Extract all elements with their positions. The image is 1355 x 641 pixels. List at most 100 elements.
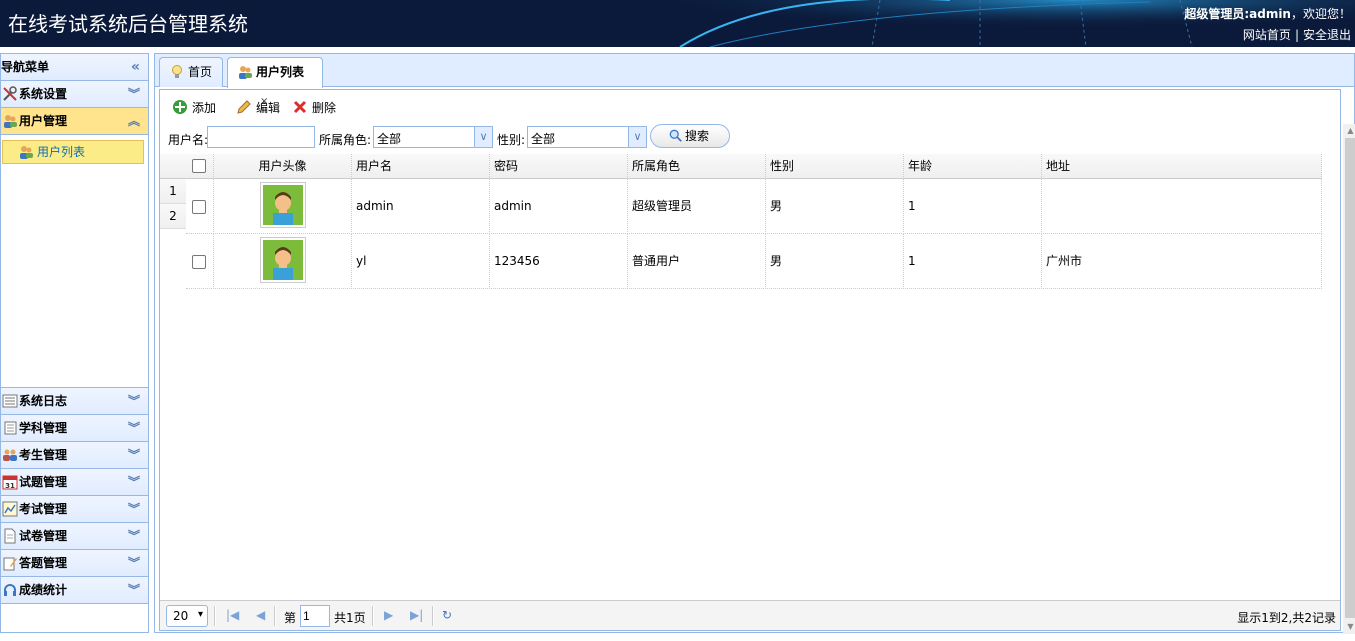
edit-button[interactable]: 编辑 [236,99,280,117]
tab-user-list[interactable]: 用户列表× [227,57,323,107]
record-info: 显示1到2,共2记录 [1237,611,1336,625]
tab-home[interactable]: 首页 [159,57,223,87]
gender-cell: 男 [766,179,904,234]
column-header-role[interactable]: 所属角色 [628,154,766,179]
address-cell: 广州市 [1042,234,1322,289]
table-body: admin admin 超级管理员 男 1 yl 123456 普通用户 男 1… [186,179,1322,289]
sidebar-title: 导航菜单 [1,60,50,74]
sidebar-menu-answer-management[interactable]: 答题管理 ︾ [1,550,148,577]
log-icon [2,394,18,408]
chevron-down-icon: ︾ [127,87,140,101]
row-number: 1 [160,179,186,204]
sidebar-menu-user-management[interactable]: 用户管理 ︽ [1,108,148,135]
sidebar-menu-subject-management[interactable]: 学科管理 ︾ [1,415,148,442]
chevron-down-icon: ︾ [127,502,140,516]
column-header-age[interactable]: 年龄 [904,154,1042,179]
role-select[interactable]: 全部 ∨ [373,126,493,148]
address-cell [1042,179,1322,234]
avatar-cell [214,234,352,289]
users-icon [4,115,17,128]
page-size-select[interactable]: 20 ▾ [166,605,208,627]
menu-label: 用户管理 [19,114,68,128]
main-panel: 首页 用户列表× 添加 编辑 删除 用户名: 所属角色: 全部 ∨ 性别: 全部… [154,53,1355,634]
password-cell: 123456 [490,234,628,289]
table-row[interactable]: admin admin 超级管理员 男 1 [186,179,1322,234]
row-checkbox[interactable] [192,254,206,269]
headset-icon [4,584,16,596]
chevron-down-icon: ︾ [127,556,140,570]
sidebar-item-label: 用户列表 [37,145,86,159]
svg-text:31: 31 [5,482,15,490]
select-all-checkbox[interactable] [192,158,206,173]
sidebar-menu-system-log[interactable]: 系统日志 ︾ [1,388,148,415]
scroll-thumb[interactable] [1345,138,1355,618]
next-page-icon[interactable]: ▶ [384,608,393,622]
password-cell: admin [490,179,628,234]
add-label: 添加 [192,101,217,115]
rownum-header [160,154,186,179]
menu-label: 系统日志 [19,394,68,408]
table-header: 用户头像 用户名 密码 所属角色 性别 年龄 地址 [186,154,1322,179]
pagination-bar: 20 ▾ |◀ ◀ 第 共1页 ▶ ▶| ↻ 显示1到2,共2记录 [160,600,1340,630]
user-avatar [260,182,306,228]
sidebar-menu-exam-management[interactable]: 考试管理 ︾ [1,496,148,523]
refresh-icon[interactable]: ↻ [442,608,452,622]
pager-separator [372,606,374,626]
chevron-down-icon: ︾ [127,448,140,462]
vertical-scrollbar[interactable]: ▲ ▼ [1343,124,1355,634]
role-label: 所属角色: [319,133,372,147]
gender-select[interactable]: 全部 ∨ [527,126,647,148]
column-header-address[interactable]: 地址 [1042,154,1322,179]
tab-label: 用户列表 [256,65,305,79]
delete-button[interactable]: 删除 [292,99,336,117]
table-row[interactable]: yl 123456 普通用户 男 1 广州市 [186,234,1322,289]
column-header-password[interactable]: 密码 [490,154,628,179]
link-separator: | [1294,28,1299,42]
delete-label: 删除 [312,101,337,115]
row-checkbox[interactable] [192,199,206,214]
chevron-down-icon: ︾ [127,421,140,435]
app-title: 在线考试系统后台管理系统 [8,12,248,36]
users-icon [239,66,252,79]
first-page-icon[interactable]: |◀ [226,608,239,622]
search-button[interactable]: 搜索 [650,124,730,148]
tools-icon [3,86,17,101]
collapse-sidebar-icon[interactable]: « [131,54,140,81]
scroll-up-icon[interactable]: ▲ [1343,124,1355,138]
welcome-text: 超级管理员:admin，欢迎您！ [1184,5,1351,22]
app-header: 在线考试系统后台管理系统 超级管理员:admin，欢迎您！ 网站首页 | 安全退出 [0,0,1355,47]
add-icon [173,100,187,114]
list-icon [4,421,17,435]
role-select-value: 全部 [377,132,402,146]
logout-link[interactable]: 安全退出 [1303,28,1351,42]
chevron-down-icon[interactable]: ∨ [474,127,492,147]
username-search-input[interactable] [207,126,315,148]
row-checkbox-cell [186,234,214,289]
sidebar-menu-paper-management[interactable]: 试卷管理 ︾ [1,523,148,550]
role-cell: 超级管理员 [628,179,766,234]
sidebar-header: 导航菜单 « [1,54,148,81]
last-page-icon[interactable]: ▶| [410,608,423,622]
scroll-down-icon[interactable]: ▼ [1343,620,1355,634]
page-number-input[interactable] [300,605,330,627]
column-header-username[interactable]: 用户名 [352,154,490,179]
search-bar: 用户名: 所属角色: 全部 ∨ 性别: 全部 ∨ 搜索 [160,122,1340,154]
menu-label: 试卷管理 [19,529,68,543]
page-size-value: 20 [173,609,189,623]
pencil-icon [237,100,251,114]
sidebar-menu-question-management[interactable]: 31 试题管理 ︾ [1,469,148,496]
menu-label: 系统设置 [19,87,68,101]
menu-label: 学科管理 [19,421,68,435]
prev-page-icon[interactable]: ◀ [256,608,265,622]
sidebar-menu-score-statistics[interactable]: 成绩统计 ︾ [1,577,148,604]
sidebar-item-user-list[interactable]: 用户列表 [2,140,144,164]
site-home-link[interactable]: 网站首页 [1243,28,1291,42]
sidebar-menu-examinee-management[interactable]: 考生管理 ︾ [1,442,148,469]
sidebar-menu-system-settings[interactable]: 系统设置 ︾ [1,81,148,108]
column-header-gender[interactable]: 性别 [766,154,904,179]
age-cell: 1 [904,234,1042,289]
tab-bar: 首页 用户列表× [155,54,1354,107]
chevron-down-icon[interactable]: ∨ [628,127,646,147]
add-button[interactable]: 添加 [172,99,216,117]
column-header-avatar[interactable]: 用户头像 [214,154,352,179]
